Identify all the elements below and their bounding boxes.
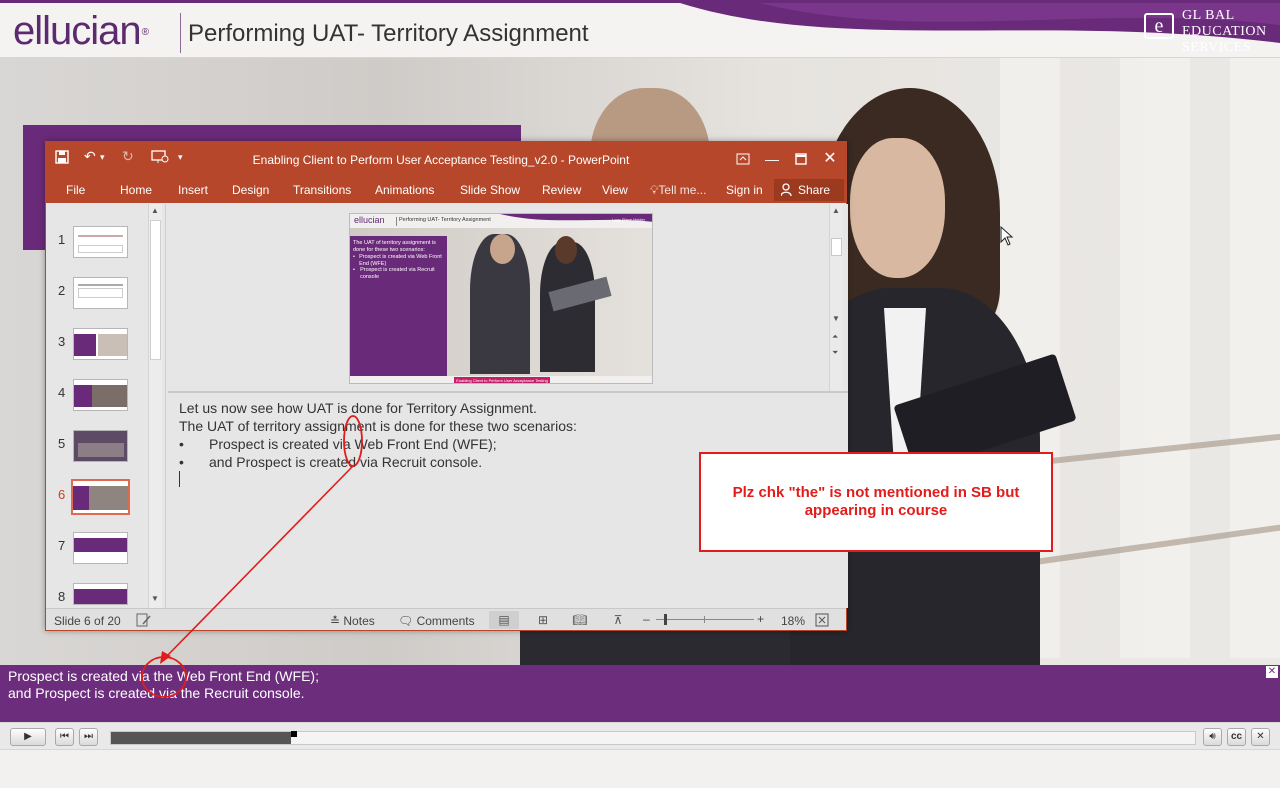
caption-close-icon[interactable]: ✕ — [1266, 666, 1278, 678]
cc-icon[interactable]: cc — [1227, 728, 1246, 746]
tab-insert[interactable]: Insert — [178, 183, 208, 197]
closed-caption-band: Prospect is created via the Web Front En… — [0, 665, 1280, 722]
zoom-slider[interactable] — [656, 614, 754, 625]
slide-thumbnail[interactable]: 3 — [46, 328, 156, 368]
scroll-thumb[interactable] — [150, 220, 161, 360]
course-header: ellucian® Performing UAT- Territory Assi… — [0, 0, 1280, 58]
header-separator — [180, 13, 181, 53]
scroll-up-icon[interactable]: ▲ — [832, 206, 840, 215]
zoom-slider-thumb[interactable] — [664, 614, 667, 625]
play-icon[interactable]: ▶ — [10, 728, 46, 746]
course-title: Performing UAT- Territory Assignment — [188, 20, 589, 47]
tab-view[interactable]: View — [602, 183, 628, 197]
slide-thumbnail[interactable]: 2 — [46, 277, 156, 317]
previous-slide-icon[interactable]: ⏶ — [832, 332, 838, 342]
slide-thumbnail-pane: 1 2 3 4 5 6 7 8 ▲ ▼ — [46, 204, 166, 608]
volume-icon[interactable]: 🔊︎ — [1203, 728, 1222, 746]
next-icon[interactable]: ⏭ — [79, 728, 98, 746]
slide-thumbnail-selected[interactable]: 6 — [46, 479, 156, 521]
comments-toggle[interactable]: 🗨︎ Comments — [398, 614, 475, 628]
slide-thumbnail[interactable]: 4 — [46, 379, 156, 419]
previous-icon[interactable]: ⏮ — [55, 728, 74, 746]
scroll-up-icon[interactable]: ▲ — [151, 206, 159, 215]
slide-thumbnail[interactable]: 5 — [46, 430, 156, 470]
slide-thumbnail[interactable]: 1 — [46, 226, 156, 266]
playback-progress-bar[interactable] — [110, 731, 1196, 745]
scroll-thumb[interactable] — [831, 238, 842, 256]
global-education-services-logo: e GL BAL EDUCATION SERVICES — [1138, 7, 1272, 57]
notes-edit-icon[interactable] — [136, 613, 152, 627]
caption-text: Prospect is created via the Web Front En… — [8, 668, 319, 701]
player-controls: ▶ ⏮ ⏭ 🔊︎ cc ✕ — [0, 722, 1280, 750]
thumbnail-scrollbar[interactable]: ▲ ▼ — [148, 204, 162, 608]
review-comment-text: Plz chk "the" is not mentioned in SB but… — [732, 484, 1020, 519]
maximize-icon[interactable] — [788, 148, 814, 170]
tab-design[interactable]: Design — [232, 183, 269, 197]
ppt-window-title: Enabling Client to Perform User Acceptan… — [252, 153, 630, 167]
fit-to-window-icon[interactable] — [815, 613, 829, 627]
tab-review[interactable]: Review — [542, 183, 581, 197]
tab-animations[interactable]: Animations — [375, 183, 434, 197]
close-icon[interactable]: ✕ — [1251, 728, 1270, 746]
tab-home[interactable]: Home — [120, 183, 152, 197]
comment-icon: 🗨︎ — [398, 614, 417, 628]
tab-slide-show[interactable]: Slide Show — [460, 183, 520, 197]
speaker-notes-text[interactable]: Let us now see how UAT is done for Terri… — [179, 399, 577, 471]
notes-toggle[interactable]: ≛ Notes — [330, 614, 375, 628]
slide-counter: Slide 6 of 20 — [54, 614, 121, 628]
reading-view-icon[interactable]: 📖︎ — [565, 611, 595, 629]
slide-sorter-icon[interactable]: ⊞ — [528, 611, 558, 629]
normal-view-icon[interactable]: ▤ — [489, 611, 519, 629]
minimize-icon[interactable]: — — [759, 148, 785, 170]
close-icon[interactable]: ✕ — [817, 148, 843, 170]
zoom-in-button[interactable]: + — [757, 612, 764, 626]
playback-scrubber[interactable] — [291, 731, 297, 737]
tab-transitions[interactable]: Transitions — [293, 183, 351, 197]
sign-in-link[interactable]: Sign in — [726, 183, 763, 197]
slide-edit-pane: ellucian Performing UAT- Territory Assig… — [168, 204, 848, 392]
slide-thumbnail[interactable]: 7 — [46, 532, 156, 572]
notes-icon: ≛ — [330, 614, 344, 628]
share-button[interactable]: Share — [774, 179, 844, 201]
slideshow-view-icon[interactable]: ⊼ — [603, 611, 633, 629]
tell-me-search[interactable]: 💡︎Tell me... — [650, 183, 706, 198]
playback-progress-fill — [111, 732, 291, 744]
person-icon — [781, 183, 792, 197]
zoom-out-button[interactable]: – — [643, 612, 650, 626]
next-slide-icon[interactable]: ⏷ — [832, 348, 838, 358]
slide-preview[interactable]: ellucian Performing UAT- Territory Assig… — [349, 213, 653, 384]
ppt-title-bar: ↶ ▾ ↻ ▾ Enabling Client to Perform User … — [46, 142, 846, 176]
ellucian-logo: ellucian® — [13, 9, 149, 53]
scroll-down-icon[interactable]: ▼ — [832, 314, 840, 323]
course-player: ellucian® Performing UAT- Territory Assi… — [0, 0, 1280, 788]
ribbon-display-icon[interactable] — [730, 148, 756, 170]
powerpoint-window: ↶ ▾ ↻ ▾ Enabling Client to Perform User … — [45, 141, 848, 631]
mouse-cursor-icon — [1000, 226, 1014, 246]
review-comment-callout: Plz chk "the" is not mentioned in SB but… — [699, 452, 1053, 552]
slide-scrollbar[interactable]: ▲ ▼ ⏶ ⏷ — [829, 204, 843, 392]
scroll-down-icon[interactable]: ▼ — [151, 594, 159, 603]
text-cursor — [179, 471, 180, 487]
ppt-ribbon-tabs: File Home Insert Design Transitions Anim… — [46, 176, 846, 203]
zoom-level[interactable]: 18% — [781, 614, 805, 628]
tab-file[interactable]: File — [66, 183, 85, 197]
ppt-status-bar: Slide 6 of 20 ≛ Notes 🗨︎ Comments ▤ ⊞ 📖︎… — [46, 608, 846, 630]
